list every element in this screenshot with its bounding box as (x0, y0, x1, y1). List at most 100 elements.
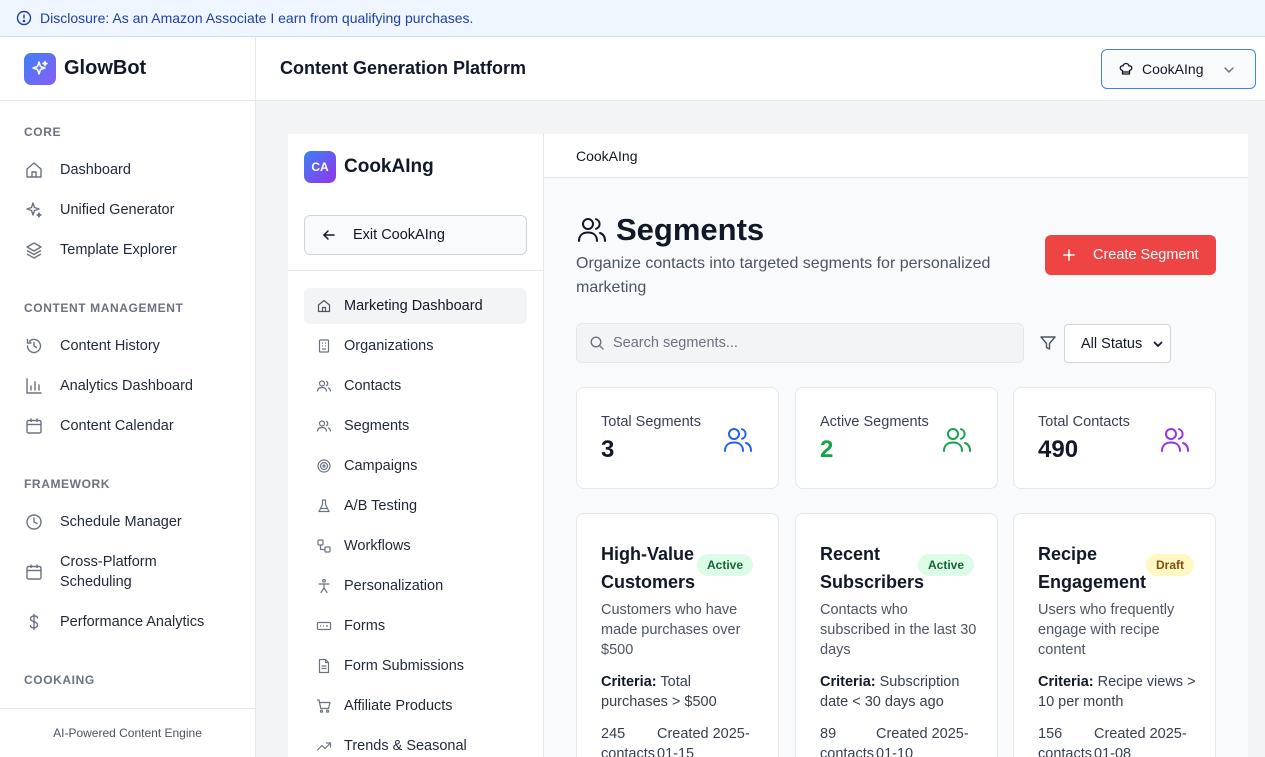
cookaing-title: CookAIng (344, 155, 434, 177)
sidebar-item-label: Analytics Dashboard (60, 378, 193, 394)
section-label-content-management: CONTENT MANAGEMENT (24, 301, 184, 315)
segment-contact-count: 89 contacts (820, 726, 874, 757)
sidebar-item-label: Content History (60, 338, 160, 354)
subnav-item-label: Campaigns (344, 458, 418, 474)
arrow-left-icon (321, 227, 337, 243)
target-icon (316, 458, 332, 474)
sidebar-item-label: Schedule Manager (60, 514, 182, 530)
sidebar-item-schedule-manager[interactable]: Schedule Manager (24, 512, 234, 532)
page-title-text: Segments (616, 212, 765, 247)
person-icon (316, 578, 332, 594)
subnav-item-contacts[interactable]: Contacts (304, 368, 527, 404)
page-title: Segments (576, 212, 764, 248)
bar-chart-icon (24, 376, 44, 396)
sidebar-item-cross-platform-scheduling[interactable]: Cross-Platform Scheduling (24, 552, 184, 592)
status-badge: Draft (1146, 554, 1195, 576)
divider (288, 270, 543, 271)
brand-selector[interactable]: CookAIng (1101, 49, 1256, 89)
subnav-item-marketing-dashboard[interactable]: Marketing Dashboard (304, 288, 527, 324)
sidebar-item-label: Performance Analytics (60, 614, 205, 630)
status-filter-select[interactable]: All Status (1064, 324, 1171, 363)
sidebar-item-unified-generator[interactable]: Unified Generator (24, 200, 234, 220)
exit-cookaing-label: Exit CookAIng (353, 227, 445, 243)
subnav-item-organizations[interactable]: Organizations (304, 328, 527, 364)
search-input[interactable]: Search segments... (576, 323, 1024, 363)
subnav-item-affiliate-products[interactable]: Affiliate Products (304, 688, 527, 724)
main-content: CookAIng Segments Organize contacts into… (544, 134, 1248, 757)
subnav-item-forms[interactable]: Forms (304, 608, 527, 644)
stat-card-total-segments: Total Segments 3 (576, 387, 779, 489)
calendar-icon (24, 562, 44, 582)
trending-icon (316, 738, 332, 754)
subnav-item-ab-testing[interactable]: A/B Testing (304, 488, 527, 524)
filter-icon[interactable] (1038, 333, 1058, 353)
segment-contact-count: 156 contacts (1038, 726, 1092, 757)
subnav-item-form-submissions[interactable]: Form Submissions (304, 648, 527, 684)
cart-icon (316, 698, 332, 714)
segment-created-date: Created 2025-01-15 (657, 726, 750, 757)
users-icon (941, 424, 973, 456)
stat-label: Active Segments (820, 414, 929, 430)
users-icon (722, 424, 754, 456)
users-icon (576, 214, 608, 246)
dollar-icon (24, 612, 44, 632)
sidebar-item-content-history[interactable]: Content History (24, 336, 234, 356)
segment-description: Customers who have made purchases over $… (601, 602, 741, 658)
segment-name: Recent Subscribers (820, 544, 925, 592)
workflow-icon (316, 538, 332, 554)
subnav-item-workflows[interactable]: Workflows (304, 528, 527, 564)
subnav-item-campaigns[interactable]: Campaigns (304, 448, 527, 484)
section-label-cookaing: COOKAING (24, 673, 95, 687)
sidebar-item-template-explorer[interactable]: Template Explorer (24, 240, 234, 260)
segment-contact-count: 245 contacts (601, 726, 655, 757)
brand[interactable]: GlowBot (0, 37, 255, 101)
subnav-item-label: Organizations (344, 338, 434, 354)
layers-icon (24, 240, 44, 260)
search-icon (589, 335, 605, 351)
disclosure-banner: Disclosure: As an Amazon Associate I ear… (0, 0, 1265, 37)
subnav-item-label: A/B Testing (344, 498, 418, 514)
create-segment-button[interactable]: Create Segment (1045, 235, 1216, 275)
sparkles-icon (24, 200, 44, 220)
building-icon (316, 338, 332, 354)
stat-card-total-contacts: Total Contacts 490 (1013, 387, 1216, 489)
flask-icon (316, 498, 332, 514)
stat-card-active-segments: Active Segments 2 (795, 387, 998, 489)
status-badge: Active (918, 554, 975, 576)
status-badge: Active (697, 554, 754, 576)
users-icon (1159, 424, 1191, 456)
subnav-item-label: Trends & Seasonal (344, 738, 467, 754)
disclosure-text: Disclosure: As an Amazon Associate I ear… (40, 10, 474, 26)
criteria-label: Criteria: (601, 674, 657, 690)
chef-hat-icon (1118, 61, 1134, 77)
cookaing-avatar: CA (304, 150, 336, 183)
subnav-item-personalization[interactable]: Personalization (304, 568, 527, 604)
sidebar-item-performance-analytics[interactable]: Performance Analytics (24, 612, 234, 632)
criteria-label: Criteria: (1038, 674, 1094, 690)
form-icon (316, 618, 332, 634)
sidebar: GlowBot CORE Dashboard Unified Generator… (0, 37, 256, 757)
segment-description: Users who frequently engage with recipe … (1038, 602, 1175, 658)
segment-criteria: Criteria: Subscription date < 30 days ag… (820, 672, 980, 712)
subnav-item-trends-seasonal[interactable]: Trends & Seasonal (304, 728, 527, 757)
segment-description: Contacts who subscribed in the last 30 d… (820, 602, 977, 658)
segment-card[interactable]: High-Value Customers Active Customers wh… (576, 513, 779, 757)
exit-cookaing-button[interactable]: Exit CookAIng (304, 215, 527, 255)
sidebar-item-dashboard[interactable]: Dashboard (24, 160, 234, 180)
segment-card[interactable]: Recent Subscribers Active Contacts who s… (795, 513, 998, 757)
sidebar-item-analytics-dashboard[interactable]: Analytics Dashboard (24, 376, 234, 396)
create-segment-label: Create Segment (1093, 247, 1199, 263)
sidebar-item-content-calendar[interactable]: Content Calendar (24, 416, 234, 436)
brand-selector-value: CookAIng (1142, 61, 1204, 77)
breadcrumb: CookAIng (544, 134, 1248, 178)
plus-icon (1061, 247, 1077, 263)
sparkles-logo-icon (24, 52, 56, 85)
subnav-item-segments[interactable]: Segments (304, 408, 527, 444)
breadcrumb-item[interactable]: CookAIng (576, 148, 637, 164)
sidebar-item-label: Template Explorer (60, 242, 177, 258)
segment-card[interactable]: Recipe Engagement Draft Users who freque… (1013, 513, 1216, 757)
calendar-icon (24, 416, 44, 436)
segment-name: High-Value Customers (601, 544, 696, 592)
section-label-core: CORE (24, 125, 62, 139)
section-label-framework: FRAMEWORK (24, 477, 111, 491)
